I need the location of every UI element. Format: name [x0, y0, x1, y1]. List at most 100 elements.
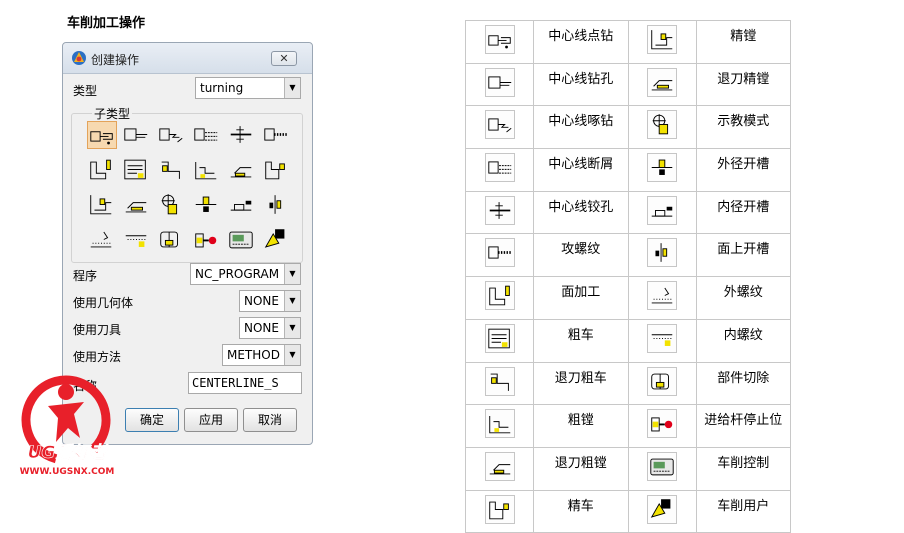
groove-od-icon: [647, 153, 678, 183]
right-label-cell: 内径开槽: [695, 190, 792, 235]
centerline-drilling-icon: [484, 67, 515, 97]
left-label-cell: 中心线铰孔: [533, 190, 629, 235]
close-button[interactable]: ✕: [271, 51, 297, 66]
left-icon-cell: [464, 404, 535, 448]
chevron-down-icon[interactable]: ▼: [284, 291, 300, 311]
table-row: 中心线啄钻 示教模式: [464, 105, 792, 150]
partoff-icon: [647, 366, 678, 396]
lathe-control-icon[interactable]: [227, 226, 257, 254]
table-row: 粗车 内螺纹: [464, 318, 792, 363]
table-row: 中心线铰孔 内径开槽: [464, 190, 792, 235]
lathe-user-icon[interactable]: [262, 226, 292, 254]
centerline-tapping-icon: [484, 238, 515, 268]
finish-bore-id-icon: [647, 25, 678, 54]
lathe-control-icon: [647, 451, 678, 481]
chevron-down-icon[interactable]: ▼: [284, 78, 300, 98]
right-label-cell: 部件切除: [695, 361, 792, 406]
table-row: 面加工 外螺纹: [464, 276, 792, 320]
left-icon-cell: [464, 361, 535, 406]
finish-back-bore-icon[interactable]: [122, 191, 152, 219]
table-row: 精车 车削用户: [464, 489, 792, 533]
right-label-cell: 退刀精镗: [695, 62, 792, 107]
ug-watermark-logo: UG爱好者 WWW.UGSNX.COM: [8, 372, 126, 490]
partoff-icon[interactable]: [157, 226, 187, 254]
thread-od-icon: [647, 281, 678, 311]
type-select[interactable]: turning ▼: [195, 77, 301, 99]
left-label-cell: 面加工: [533, 276, 629, 320]
dialog-title: 创建操作: [91, 53, 140, 67]
rough-back-bore-icon: [484, 451, 515, 481]
right-label-cell: 进给杆停止位: [695, 404, 792, 448]
tool-select-value: NONE: [244, 321, 279, 335]
facing-icon[interactable]: [87, 156, 117, 184]
right-label-cell: 外螺纹: [695, 276, 792, 320]
centerline-drilling-icon[interactable]: [122, 121, 152, 149]
left-icon-cell: [464, 20, 535, 64]
centerline-breakchip-icon: [484, 153, 515, 183]
rough-turn-od-icon[interactable]: [122, 156, 152, 184]
thread-id-icon: [647, 323, 678, 353]
left-icon-cell: [464, 148, 535, 192]
right-icon-cell: [627, 446, 697, 491]
page-heading: 车削加工操作: [67, 16, 146, 31]
right-icon-cell: [627, 190, 697, 235]
left-label-cell: 中心线断屑: [533, 148, 629, 192]
groove-od-icon[interactable]: [192, 191, 222, 219]
thread-od-icon[interactable]: [87, 226, 117, 254]
groove-id-icon: [647, 195, 678, 225]
thread-id-icon[interactable]: [122, 226, 152, 254]
tool-label: 使用刀具: [73, 323, 122, 337]
rough-bore-id-icon[interactable]: [192, 156, 222, 184]
method-select-value: METHOD: [227, 348, 280, 362]
centerline-breakchip-icon[interactable]: [192, 121, 222, 149]
dialog-titlebar[interactable]: 创建操作 ✕: [63, 43, 312, 74]
svg-text:UG爱好者: UG爱好者: [28, 443, 110, 463]
left-label-cell: 中心线钻孔: [533, 62, 629, 107]
groove-id-icon[interactable]: [227, 191, 257, 219]
geometry-label: 使用几何体: [73, 296, 134, 310]
centerline-peckdrill-icon[interactable]: [157, 121, 187, 149]
finish-bore-id-icon[interactable]: [87, 191, 117, 219]
centerline-reaming-icon: [484, 195, 515, 225]
rough-bore-id-icon: [484, 409, 515, 439]
table-row: 退刀粗镗 车削控制: [464, 446, 792, 491]
right-icon-cell: [627, 361, 697, 406]
left-label-cell: 退刀粗镗: [533, 446, 629, 491]
table-row: 退刀粗车 部件切除: [464, 361, 792, 406]
left-label-cell: 中心线啄钻: [533, 105, 629, 150]
centerline-tapping-icon[interactable]: [262, 121, 292, 149]
cancel-button[interactable]: 取消: [243, 408, 297, 432]
method-select[interactable]: METHOD ▼: [222, 344, 301, 366]
chevron-down-icon[interactable]: ▼: [284, 345, 300, 365]
centerline-spotdrill-icon[interactable]: [87, 121, 117, 149]
right-icon-cell: [627, 404, 697, 448]
left-icon-cell: [464, 62, 535, 107]
groove-face-icon[interactable]: [262, 191, 292, 219]
lathe-user-icon: [647, 494, 678, 524]
teach-mode-icon[interactable]: [157, 191, 187, 219]
name-input[interactable]: CENTERLINE_S: [188, 372, 302, 394]
bar-stop-icon: [647, 409, 678, 439]
chevron-down-icon[interactable]: ▼: [284, 264, 300, 284]
rough-back-bore-icon[interactable]: [227, 156, 257, 184]
chevron-down-icon[interactable]: ▼: [284, 318, 300, 338]
geometry-select-value: NONE: [244, 294, 279, 308]
left-label-cell: 退刀粗车: [533, 361, 629, 406]
table-row: 中心线断屑 外径开槽: [464, 148, 792, 192]
bar-stop-icon[interactable]: [192, 226, 222, 254]
right-icon-cell: [627, 62, 697, 107]
table-row: 攻螺纹 面上开槽: [464, 233, 792, 278]
finish-turn-od-icon[interactable]: [262, 156, 292, 184]
right-icon-cell: [627, 105, 697, 150]
left-icon-cell: [464, 489, 535, 533]
teach-mode-icon: [647, 110, 678, 140]
program-select[interactable]: NC_PROGRAM ▼: [190, 263, 301, 285]
ok-button[interactable]: 确定: [125, 408, 179, 432]
facing-icon: [484, 281, 515, 311]
apply-button[interactable]: 应用: [184, 408, 238, 432]
geometry-select[interactable]: NONE ▼: [239, 290, 301, 312]
rough-back-turn-icon[interactable]: [157, 156, 187, 184]
operation-subtype-table: 中心线点钻 精镗 中心线钻孔 退刀精镗 中心线啄钻 示教模式 中心线断屑 外径开槽 中心线铰孔内…: [464, 20, 792, 533]
centerline-reaming-icon[interactable]: [227, 121, 257, 149]
tool-select[interactable]: NONE ▼: [239, 317, 301, 339]
